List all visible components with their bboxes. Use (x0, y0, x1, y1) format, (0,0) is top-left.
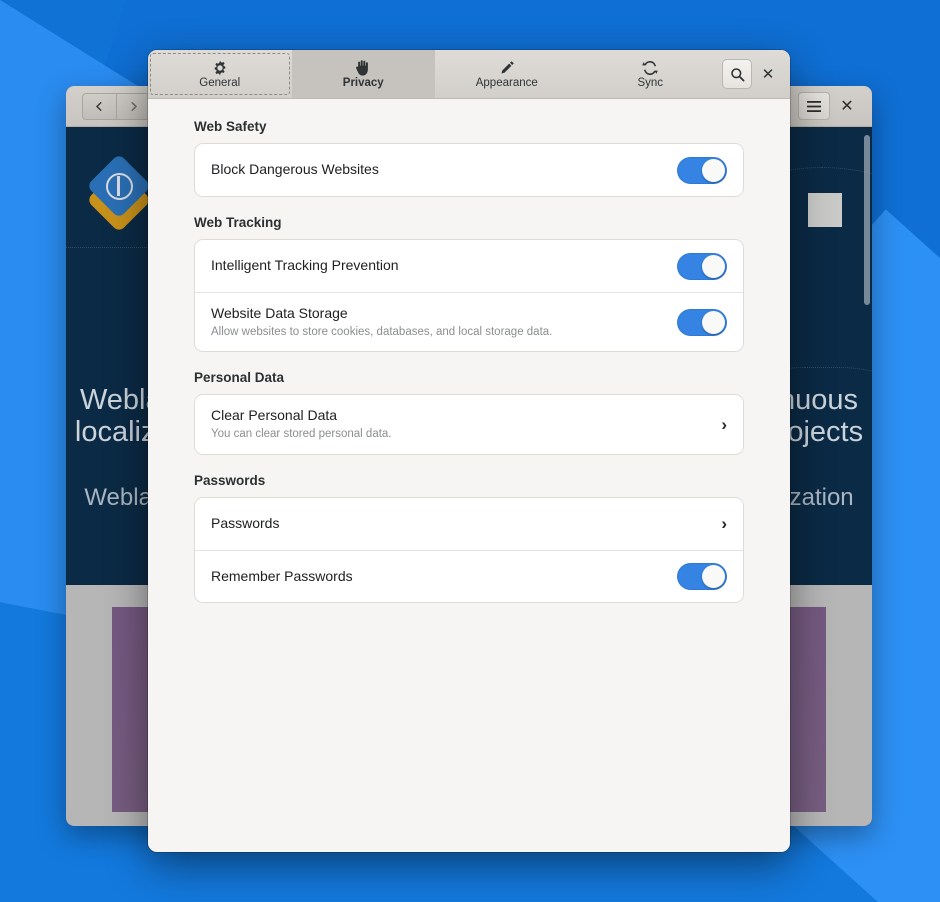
tab-general[interactable]: General (148, 50, 292, 98)
browser-close-button[interactable]: ✕ (830, 91, 864, 121)
toggle-knob (702, 565, 725, 588)
search-button[interactable] (722, 59, 752, 89)
headerbar-actions: ✕ (722, 50, 790, 98)
group-title-personal-data: Personal Data (194, 370, 744, 385)
row-title: Website Data Storage (211, 305, 677, 323)
row-title: Passwords (211, 515, 711, 533)
settings-card-web-tracking: Intelligent Tracking Prevention Website … (194, 239, 744, 352)
chevron-left-icon (94, 101, 105, 112)
tab-sync[interactable]: Sync (579, 50, 723, 98)
row-remember-passwords[interactable]: Remember Passwords (195, 550, 743, 602)
tab-privacy[interactable]: Privacy (292, 50, 436, 98)
row-intelligent-tracking-prevention[interactable]: Intelligent Tracking Prevention (195, 240, 743, 292)
row-subtitle: Allow websites to store cookies, databas… (211, 325, 677, 340)
toggle-knob (702, 255, 725, 278)
toggle-knob (702, 311, 725, 334)
page-thumbnail-tile (808, 193, 842, 227)
row-passwords[interactable]: Passwords › (195, 498, 743, 550)
row-title: Remember Passwords (211, 568, 677, 586)
group-title-web-safety: Web Safety (194, 119, 744, 134)
row-clear-personal-data[interactable]: Clear Personal Data You can clear stored… (195, 395, 743, 453)
chevron-right-icon: › (711, 416, 727, 433)
gear-icon (212, 59, 228, 76)
row-website-data-storage[interactable]: Website Data Storage Allow websites to s… (195, 292, 743, 351)
settings-card-passwords: Passwords › Remember Passwords (194, 497, 744, 603)
preferences-dialog[interactable]: General Privacy Appearance (148, 50, 790, 852)
group-title-passwords: Passwords (194, 473, 744, 488)
hamburger-menu-icon (807, 101, 821, 112)
toggle-remember-passwords[interactable] (677, 563, 727, 590)
desktop: ✕ Weblate Weblate is a copylefted libre … (0, 0, 940, 902)
hand-icon (355, 59, 371, 76)
pencil-icon (499, 59, 515, 76)
close-button[interactable]: ✕ (754, 60, 782, 88)
preferences-content: Web Safety Block Dangerous Websites Web … (148, 99, 790, 852)
chevron-right-icon: › (711, 515, 727, 532)
settings-card-web-safety: Block Dangerous Websites (194, 143, 744, 197)
settings-card-personal-data: Clear Personal Data You can clear stored… (194, 394, 744, 454)
page-scrollbar[interactable] (864, 135, 870, 305)
toggle-intelligent-tracking-prevention[interactable] (677, 253, 727, 280)
tab-sync-label: Sync (637, 77, 663, 89)
toggle-block-dangerous-websites[interactable] (677, 157, 727, 184)
hamburger-menu-button[interactable] (798, 92, 830, 120)
toggle-website-data-storage[interactable] (677, 309, 727, 336)
tab-appearance[interactable]: Appearance (435, 50, 579, 98)
row-title: Block Dangerous Websites (211, 161, 677, 179)
refresh-icon (642, 59, 658, 76)
tab-general-label: General (199, 77, 240, 89)
preferences-headerbar: General Privacy Appearance (148, 50, 790, 99)
row-subtitle: You can clear stored personal data. (211, 427, 711, 442)
group-title-web-tracking: Web Tracking (194, 215, 744, 230)
row-block-dangerous-websites[interactable]: Block Dangerous Websites (195, 144, 743, 196)
row-title: Intelligent Tracking Prevention (211, 257, 677, 275)
tab-privacy-label: Privacy (343, 77, 384, 89)
back-button[interactable] (83, 94, 116, 119)
chevron-right-icon (128, 101, 139, 112)
search-icon (730, 67, 745, 82)
tab-appearance-label: Appearance (476, 77, 538, 89)
row-title: Clear Personal Data (211, 407, 711, 425)
toggle-knob (702, 159, 725, 182)
navigation-buttons (82, 93, 150, 120)
forward-button[interactable] (116, 94, 149, 119)
